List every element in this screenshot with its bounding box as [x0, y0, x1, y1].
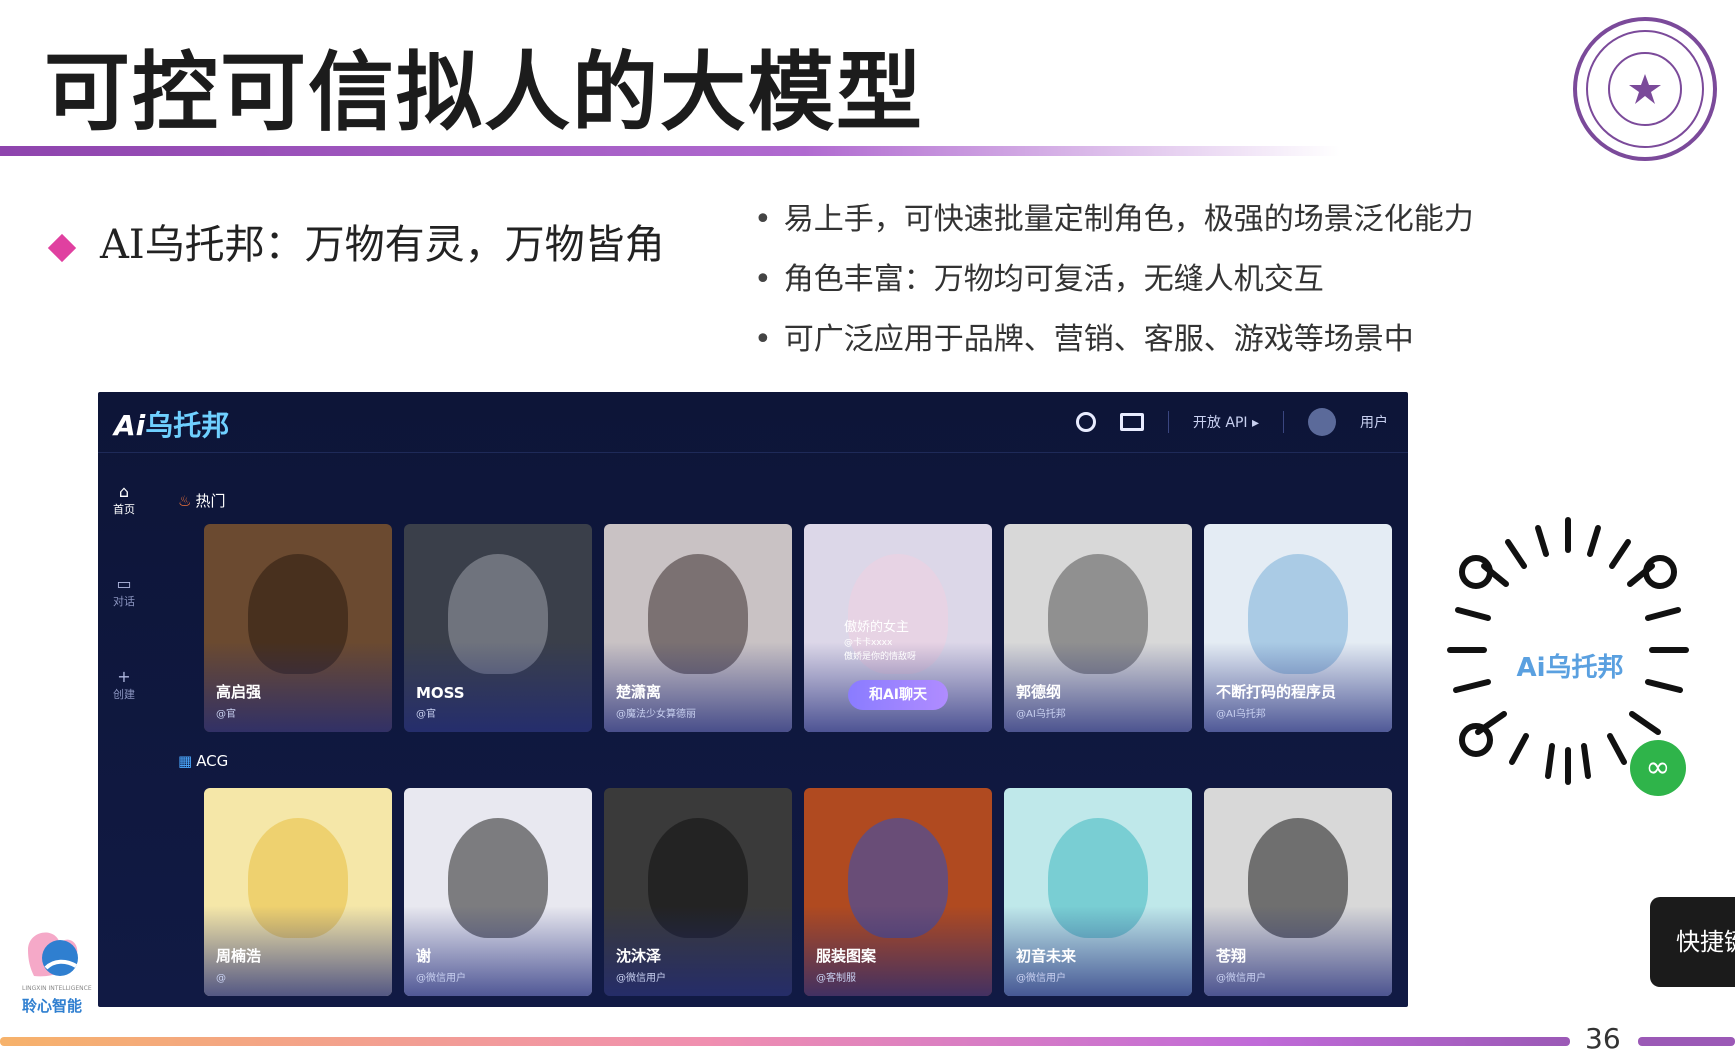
character-card[interactable]: 初音未来 @微信用户: [1004, 788, 1192, 996]
diamond-bullet-icon: [47, 233, 77, 263]
character-card[interactable]: 周楠浩 @: [204, 788, 392, 996]
character-card[interactable]: 苍翔 @微信用户: [1204, 788, 1392, 996]
sidebar-item-home[interactable]: ⌂ 首页: [98, 482, 150, 517]
acg-cards: 周楠浩 @ 谢 @微信用户 沈沐泽 @微信用户 服装图案 @客制服 初音未来 @微信用户 …: [204, 788, 1392, 996]
brand-logo-icon: [28, 932, 78, 977]
book-icon[interactable]: [1119, 413, 1144, 431]
hot-cards: 高启强 @官 MOSS @官 楚潇离 @魔法少女算德丽 傲娇的女主 @卡卡xxxx 傲娇…: [204, 524, 1392, 732]
qr-center-label: Ai乌托邦: [1515, 650, 1625, 686]
user-label[interactable]: 用户: [1360, 412, 1388, 432]
sidebar-item-create[interactable]: + 创建: [98, 667, 150, 702]
fire-icon: ♨: [178, 492, 192, 510]
character-card[interactable]: 郭德纲 @AI乌托邦: [1004, 524, 1192, 732]
chat-with-ai-button[interactable]: 和AI聊天: [848, 680, 948, 710]
feature-point: • 易上手，可快速批量定制角色，极强的场景泛化能力: [754, 202, 1474, 237]
open-api-link[interactable]: 开放 API ▸: [1193, 412, 1259, 432]
header-actions: 开放 API ▸ 用户: [1075, 408, 1388, 436]
grid-icon: ▦: [178, 752, 193, 770]
footer-rule: [1638, 1037, 1735, 1046]
app-header: Ai乌托邦 开放 API ▸ 用户: [98, 392, 1408, 453]
chat-icon: ▭: [116, 574, 132, 593]
feature-points: • 易上手，可快速批量定制角色，极强的场景泛化能力 • 角色丰富：万物均可复活，无缝…: [754, 200, 1474, 380]
divider: [1167, 411, 1169, 433]
page-number: 36: [1585, 1022, 1621, 1055]
plus-icon: +: [117, 667, 131, 686]
user-avatar[interactable]: [1308, 408, 1336, 436]
character-card[interactable]: 服装图案 @客制服: [804, 788, 992, 996]
main-bullet-text: AI乌托邦：万物有灵，万物皆角: [100, 222, 665, 268]
brand-english-name: LINGXIN INTELLIGENCE: [22, 985, 92, 992]
character-card[interactable]: 谢 @微信用户: [404, 788, 592, 996]
feature-point: • 可广泛应用于品牌、营销、客服、游戏等场景中: [754, 322, 1414, 357]
sidebar-item-chat[interactable]: ▭ 对话: [98, 574, 150, 609]
section-hot-label: ♨ 热门: [178, 492, 226, 510]
character-card[interactable]: 不断打码的程序员 @AI乌托邦: [1204, 524, 1392, 732]
app-sidebar: ⌂ 首页 ▭ 对话 + 创建: [98, 452, 150, 1007]
slide-title: 可控可信拟人的大模型: [44, 43, 924, 143]
character-card[interactable]: MOSS @官: [404, 524, 592, 732]
home-icon: ⌂: [118, 482, 130, 501]
app-screenshot: Ai乌托邦 开放 API ▸ 用户 ⌂ 首页 ▭ 对话 + 创建 ♨ 热门 高启强 @官: [98, 392, 1408, 1007]
divider: [1283, 411, 1284, 433]
mini-program-icon: ∞: [1630, 740, 1686, 796]
section-acg-label: ▦ ACG: [178, 752, 229, 770]
search-icon[interactable]: [1075, 412, 1096, 432]
brand-chinese-name: 聆心智能: [22, 997, 83, 1015]
university-seal-icon: [1573, 17, 1717, 161]
shortcut-overlay-button[interactable]: 快捷键: [1650, 897, 1735, 987]
app-logo[interactable]: Ai乌托邦: [114, 404, 229, 444]
main-bullet: AI乌托邦：万物有灵，万物皆角: [47, 212, 665, 270]
character-card[interactable]: 沈沐泽 @微信用户: [604, 788, 792, 996]
character-card[interactable]: 楚潇离 @魔法少女算德丽: [604, 524, 792, 732]
footer-rule: [0, 1037, 1570, 1046]
title-underline: [0, 146, 1340, 156]
featured-character-card[interactable]: 傲娇的女主 @卡卡xxxx 傲娇是你的情敌呀 和AI聊天: [804, 524, 992, 732]
feature-point: • 角色丰富：万物均可复活，无缝人机交互: [754, 262, 1324, 297]
character-card[interactable]: 高启强 @官: [204, 524, 392, 732]
